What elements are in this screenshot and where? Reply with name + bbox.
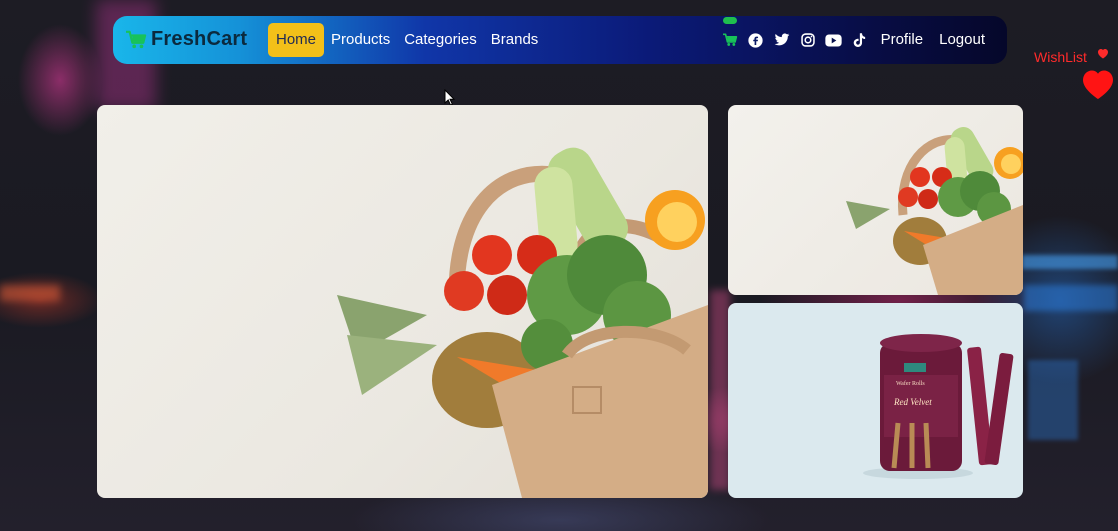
wishlist-label: WishList	[1034, 49, 1087, 65]
cart-badge	[722, 17, 737, 24]
cart-button[interactable]	[717, 17, 743, 57]
profile-link[interactable]: Profile	[873, 23, 932, 57]
brand-logo[interactable]: FreshCart	[125, 28, 247, 51]
mouse-cursor-icon	[444, 89, 456, 106]
nav-links: Home Products Categories Brands	[268, 23, 545, 57]
wishlist-link[interactable]: WishList	[1034, 48, 1118, 108]
nav-link-products[interactable]: Products	[324, 23, 397, 57]
grocery-bag-vegetables-image	[337, 147, 708, 498]
instagram-icon	[800, 33, 815, 47]
nav-link-home[interactable]: Home	[268, 23, 325, 57]
heart-icon	[1098, 49, 1108, 59]
side-banner-bottom[interactable]: Wafer Rolls Red Velvet	[728, 303, 1023, 498]
youtube-icon	[825, 33, 842, 47]
red-velvet-wafer-rolls-image	[863, 334, 1014, 479]
nav-link-brands[interactable]: Brands	[484, 23, 546, 57]
product-label-line2: Red Velvet	[894, 397, 932, 407]
twitter-icon	[774, 33, 789, 46]
twitter-link[interactable]	[769, 23, 795, 57]
grocery-bag-vegetables-small-image	[846, 127, 1023, 295]
tiktok-icon	[853, 32, 866, 47]
cart-icon	[722, 33, 737, 46]
nav-link-categories[interactable]: Categories	[397, 23, 484, 57]
heart-icon	[1083, 70, 1113, 99]
tiktok-link[interactable]	[847, 23, 873, 57]
brand-name: FreshCart	[151, 28, 248, 50]
product-label-line1: Wafer Rolls	[896, 381, 925, 387]
facebook-icon	[748, 32, 763, 48]
shopping-cart-icon	[126, 30, 147, 48]
main-slider-image[interactable]	[97, 105, 708, 498]
navbar: FreshCart Home Products Categories Brand…	[113, 16, 1007, 64]
youtube-link[interactable]	[821, 23, 847, 57]
facebook-link[interactable]	[743, 23, 769, 57]
instagram-link[interactable]	[795, 23, 821, 57]
nav-right-group: Profile Logout	[717, 17, 993, 57]
side-banner-top[interactable]	[728, 105, 1023, 295]
logout-link[interactable]: Logout	[931, 23, 993, 57]
